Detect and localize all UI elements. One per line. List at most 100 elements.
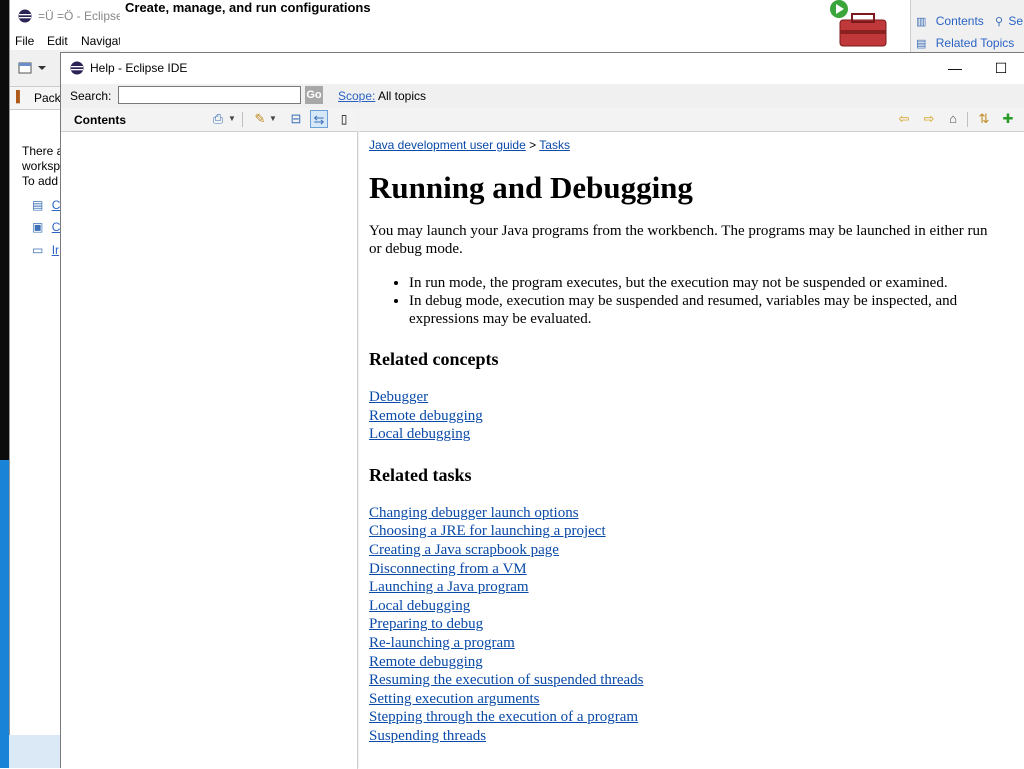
print-dropdown-button[interactable]: ▼ bbox=[227, 110, 237, 128]
link-with-contents-icon: ⇆ bbox=[313, 112, 325, 127]
explorer-text-line: worksp bbox=[22, 159, 61, 173]
related-tasks-heading: Related tasks bbox=[369, 464, 472, 485]
contents-title: Contents bbox=[74, 113, 126, 127]
task-link[interactable]: Changing debugger launch options bbox=[369, 505, 579, 521]
import-icon: ▭ bbox=[32, 243, 44, 257]
menu-edit[interactable]: Edit bbox=[47, 34, 68, 48]
task-link[interactable]: Setting execution arguments bbox=[369, 691, 540, 707]
launch-configurations-dialog: Create, manage, and run configurations bbox=[120, 0, 910, 52]
related-concepts-heading: Related concepts bbox=[369, 349, 499, 369]
concept-link[interactable]: Debugger bbox=[369, 389, 428, 405]
related-topics-icon: ▤ bbox=[916, 38, 927, 50]
task-link[interactable]: Resuming the execution of suspended thre… bbox=[369, 672, 644, 688]
mode-list: In run mode, the program executes, but t… bbox=[369, 274, 999, 328]
explorer-link-1[interactable]: ▤ C bbox=[32, 198, 60, 212]
help-side-view: ▥ Contents ⚲ Se ▤ Related Topics bbox=[910, 0, 1024, 52]
explorer-text-line: To add bbox=[22, 174, 59, 188]
bookmark-add-icon: ✚ bbox=[1002, 111, 1014, 126]
task-link[interactable]: Creating a Java scrapbook page bbox=[369, 542, 559, 558]
task-link[interactable]: Choosing a JRE for launching a project bbox=[369, 523, 606, 539]
dialog-message: Create, manage, and run configurations bbox=[125, 0, 371, 15]
scope-value: All topics bbox=[378, 89, 427, 103]
related-concepts-list: Debugger Remote debugging Local debuggin… bbox=[369, 388, 1024, 444]
breadcrumb-link-guide[interactable]: Java development user guide bbox=[369, 138, 526, 152]
forward-button[interactable]: ⇨ bbox=[920, 110, 938, 128]
search-label: Search: bbox=[70, 89, 112, 103]
search-input[interactable] bbox=[118, 86, 301, 104]
contents-view-link[interactable]: ▥ Contents bbox=[916, 14, 984, 28]
concept-link[interactable]: Local debugging bbox=[369, 426, 470, 442]
minimize-button[interactable]: — bbox=[932, 53, 978, 84]
breadcrumb-separator: > bbox=[529, 138, 537, 152]
related-topics-link[interactable]: ▤ Related Topics bbox=[916, 36, 1014, 50]
contents-header: Contents ⎙ ▼ ✎ ▼ ⊟ ⇆ ▯ bbox=[61, 108, 358, 132]
scope-link[interactable]: Scope: bbox=[338, 89, 375, 103]
maximize-view-button[interactable]: ▯ bbox=[335, 110, 353, 128]
package-icon: ▌ bbox=[16, 91, 24, 103]
list-item: In debug mode, execution may be suspende… bbox=[409, 292, 999, 328]
concept-link[interactable]: Remote debugging bbox=[369, 408, 483, 424]
task-link[interactable]: Re-launching a program bbox=[369, 635, 515, 651]
task-link[interactable]: Local debugging bbox=[369, 598, 470, 614]
background-window-title: =Ü =Ö - Eclipse bbox=[38, 9, 123, 23]
background-terminal bbox=[0, 0, 9, 460]
page-title: Running and Debugging bbox=[369, 170, 693, 205]
menu-file[interactable]: File bbox=[15, 34, 34, 48]
task-link[interactable]: Preparing to debug bbox=[369, 616, 483, 632]
background-window-titlebar: =Ü =Ö - Eclipse bbox=[10, 0, 123, 32]
search-view-link[interactable]: ⚲ Se bbox=[995, 14, 1023, 28]
explorer-link-label: Ir bbox=[51, 243, 60, 257]
home-button[interactable]: ⌂ bbox=[944, 110, 962, 128]
new-wizard-button[interactable] bbox=[18, 60, 48, 76]
project-icon: ▣ bbox=[32, 220, 44, 234]
search-topics-dropdown[interactable]: ▼ bbox=[268, 110, 278, 128]
minimize-icon: — bbox=[948, 60, 962, 76]
task-link[interactable]: Suspending threads bbox=[369, 728, 486, 744]
maximize-view-icon: ▯ bbox=[340, 112, 348, 126]
maximize-icon: ☐ bbox=[994, 60, 1008, 76]
chevron-down-icon: ▼ bbox=[228, 114, 236, 123]
bookmark-button[interactable]: ✚ bbox=[999, 110, 1017, 128]
breadcrumb: Java development user guide > Tasks bbox=[369, 138, 1024, 152]
search-topics-button[interactable]: ✎ bbox=[251, 110, 269, 128]
content-toolbar: ⇦ ⇨ ⌂ ⇅ ✚ bbox=[359, 108, 1024, 132]
maximize-button[interactable]: ☐ bbox=[978, 53, 1024, 84]
print-button[interactable]: ⎙ bbox=[209, 110, 227, 128]
task-link[interactable]: Launching a Java program bbox=[369, 579, 529, 595]
go-button[interactable]: Go bbox=[305, 86, 323, 104]
related-topics-label: Related Topics bbox=[935, 36, 1015, 50]
intro-paragraph: You may launch your Java programs from t… bbox=[369, 222, 1024, 258]
toolbar-separator bbox=[242, 112, 243, 127]
content-pane: ⇦ ⇨ ⌂ ⇅ ✚ Java development user guide > … bbox=[359, 108, 1024, 769]
explorer-text-line: There a bbox=[22, 144, 64, 158]
print-icon: ⎙ bbox=[212, 111, 224, 126]
back-button[interactable]: ⇦ bbox=[895, 110, 913, 128]
intro-line: or debug mode. bbox=[369, 241, 463, 257]
contents-icon: ▥ bbox=[916, 16, 927, 28]
arrow-left-icon: ⇦ bbox=[898, 111, 910, 126]
new-wizard-icon bbox=[18, 62, 46, 74]
list-item: In run mode, the program executes, but t… bbox=[409, 274, 999, 292]
search-topics-icon: ✎ bbox=[254, 111, 266, 126]
explorer-link-2[interactable]: ▣ C bbox=[32, 220, 60, 234]
background-menubar: File Edit Navigat bbox=[10, 32, 122, 50]
task-link[interactable]: Stepping through the execution of a prog… bbox=[369, 709, 638, 725]
eclipse-logo-icon bbox=[70, 61, 84, 75]
breadcrumb-link-tasks[interactable]: Tasks bbox=[539, 138, 570, 152]
help-titlebar: Help - Eclipse IDE — ☐ bbox=[61, 53, 1024, 84]
intro-line: You may launch your Java programs from t… bbox=[369, 223, 988, 239]
show-in-contents-button[interactable]: ⇅ bbox=[975, 110, 993, 128]
eclipse-logo-icon bbox=[18, 9, 32, 23]
task-link[interactable]: Remote debugging bbox=[369, 654, 483, 670]
window-bottom-strip bbox=[9, 735, 60, 768]
task-link[interactable]: Disconnecting from a VM bbox=[369, 561, 527, 577]
contents-pane: Contents ⎙ ▼ ✎ ▼ ⊟ ⇆ ▯ bbox=[61, 108, 358, 769]
explorer-link-3[interactable]: ▭ Ir bbox=[32, 243, 59, 257]
folder-icon: ▤ bbox=[32, 198, 44, 212]
contents-view-label: Contents bbox=[935, 14, 984, 28]
menu-navigate[interactable]: Navigat bbox=[81, 34, 122, 48]
search-view-label: Se bbox=[1008, 14, 1024, 28]
collapse-all-button[interactable]: ⊟ bbox=[287, 110, 305, 128]
search-icon: ⚲ bbox=[995, 16, 1004, 28]
link-with-contents-button[interactable]: ⇆ bbox=[310, 110, 328, 128]
